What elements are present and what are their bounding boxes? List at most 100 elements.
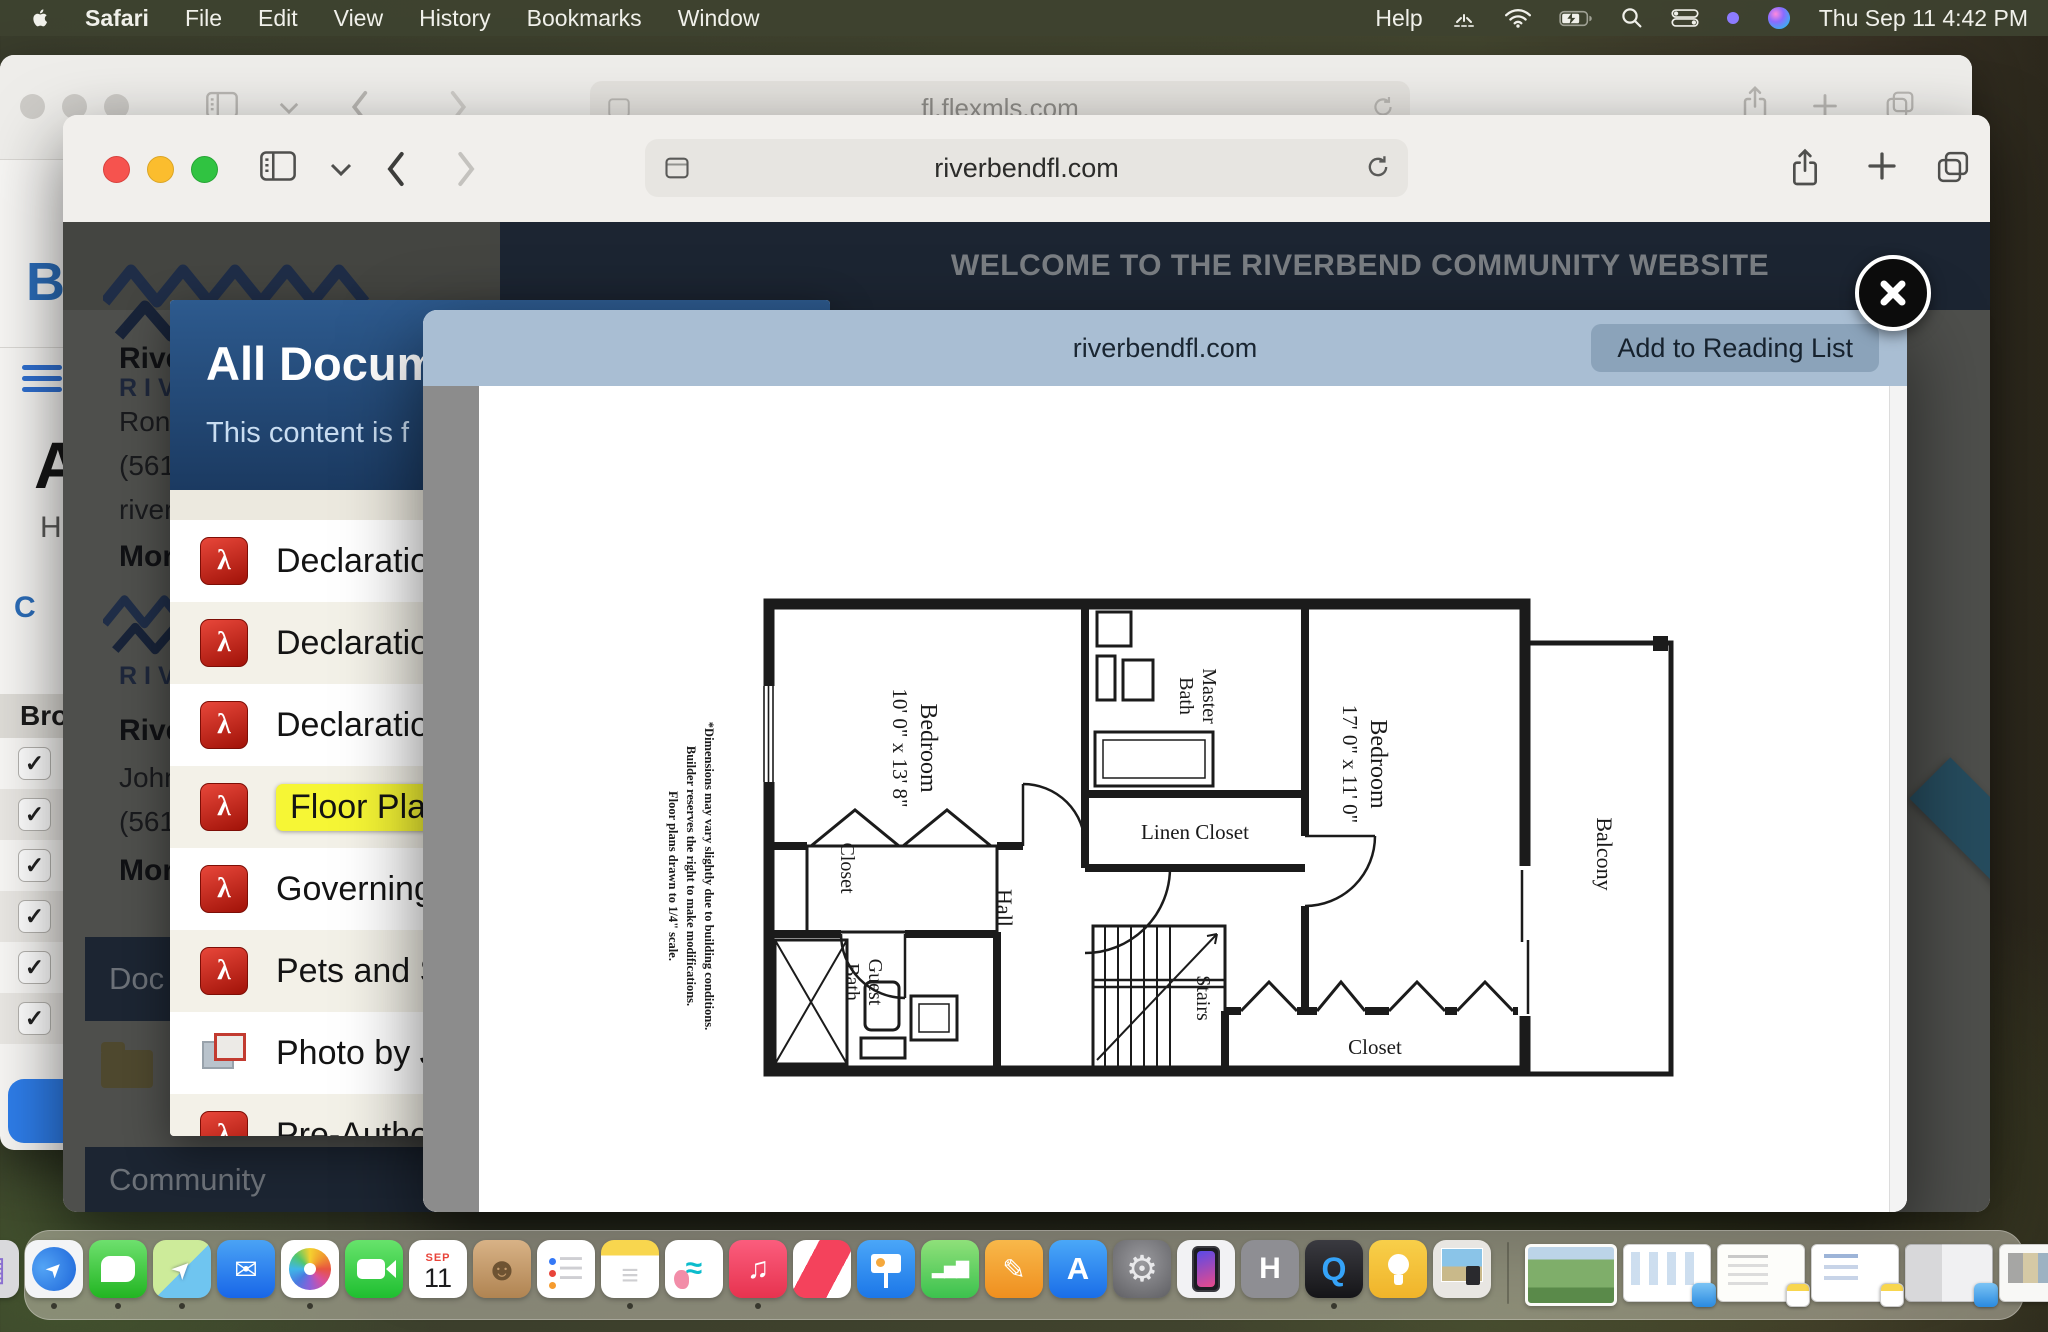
finder-badge-icon	[1974, 1283, 1998, 1307]
checkbox-row: ✓	[0, 993, 63, 1044]
traffic-lights[interactable]	[103, 156, 218, 183]
minimize-window-button[interactable]	[147, 156, 174, 183]
siri-icon[interactable]	[1767, 6, 1791, 30]
close-button[interactable]	[1855, 255, 1931, 331]
scrollbar[interactable]	[1889, 386, 1907, 1212]
checkbox-checked[interactable]: ✓	[18, 798, 51, 831]
menu-help[interactable]: Help	[1375, 5, 1422, 32]
settings-icon: ⚙	[1126, 1248, 1158, 1290]
close-icon	[1884, 284, 1902, 302]
menu-bookmarks[interactable]: Bookmarks	[527, 5, 642, 32]
apple-menu-icon[interactable]	[28, 6, 49, 30]
search-icon[interactable]	[1621, 7, 1643, 29]
checkbox-checked[interactable]: ✓	[18, 951, 51, 984]
dock-photos[interactable]	[281, 1240, 339, 1298]
room-label-closet2: Closet	[1348, 1035, 1402, 1059]
room-label-closet1: Closet	[836, 842, 858, 894]
dock-notes[interactable]: ≡	[601, 1240, 659, 1298]
share-icon[interactable]	[1789, 147, 1821, 189]
dock-tips[interactable]	[1369, 1240, 1427, 1298]
forward-icon[interactable]	[455, 149, 479, 189]
checkbox-checked[interactable]: ✓	[18, 747, 51, 780]
facetime-icon	[357, 1259, 385, 1279]
close-window-button[interactable]	[103, 156, 130, 183]
photos-icon	[289, 1248, 331, 1290]
dock-appstore[interactable]: A	[1049, 1240, 1107, 1298]
menu-view[interactable]: View	[334, 5, 383, 32]
back-icon[interactable]	[383, 149, 407, 189]
dock-freeform[interactable]: ≈	[665, 1240, 723, 1298]
notes-icon: ≡	[621, 1259, 639, 1293]
appstore-icon: A	[1067, 1251, 1089, 1287]
address-bar[interactable]: riverbendfl.com	[645, 139, 1408, 197]
pdf-icon: λ	[200, 619, 248, 667]
floor-plan-image: Bedroom 10' 0" x 13' 8" Closet Guest Bat…	[645, 536, 1685, 1092]
dock-minimized-photos-window[interactable]	[1999, 1244, 2048, 1302]
dock-minimized-gray-window[interactable]	[1905, 1244, 1993, 1302]
dock-h-app[interactable]: H	[1241, 1240, 1299, 1298]
sidebar-toggle-icon[interactable]	[259, 150, 297, 182]
flexmls-link-fragment[interactable]: C	[14, 591, 36, 625]
room-label-linen-closet: Linen Closet	[1141, 820, 1249, 844]
dock-facetime[interactable]	[345, 1240, 403, 1298]
reload-icon[interactable]	[1364, 153, 1392, 188]
dock-music[interactable]: ♫	[729, 1240, 787, 1298]
room-label-guest-bath-2: Bath	[841, 963, 863, 1001]
dock-settings[interactable]: ⚙	[1113, 1240, 1171, 1298]
dock-launchpad[interactable]: ▦	[0, 1240, 19, 1298]
chevron-down-icon[interactable]	[329, 162, 353, 177]
add-to-reading-list-button[interactable]: Add to Reading List	[1591, 324, 1879, 372]
mail-icon: ✉	[234, 1253, 257, 1286]
running-indicator	[627, 1303, 633, 1309]
dock-calendar[interactable]: SEP11	[409, 1240, 467, 1298]
menu-file[interactable]: File	[185, 5, 222, 32]
dock-minimized-finder-window[interactable]	[1623, 1244, 1711, 1302]
wifi-icon[interactable]	[1505, 9, 1531, 28]
room-label-master-bath-2: Bath	[1175, 677, 1197, 715]
url-text: riverbendfl.com	[934, 153, 1119, 184]
dock-reminders[interactable]: ☰	[537, 1240, 595, 1298]
menu-edit[interactable]: Edit	[258, 5, 298, 32]
dock-minimized-form-window[interactable]	[1811, 1244, 1899, 1302]
chevron-down-icon[interactable]	[278, 101, 300, 115]
page-settings-icon[interactable]	[663, 154, 691, 189]
dock-quicktime[interactable]: Q	[1305, 1240, 1363, 1298]
control-center-icon[interactable]	[1671, 9, 1699, 27]
dock-minimized-photo[interactable]	[1525, 1244, 1617, 1306]
dock-minimized-notes-window[interactable]	[1717, 1244, 1805, 1302]
dock-keynote[interactable]	[857, 1240, 915, 1298]
menu-safari[interactable]: Safari	[85, 5, 149, 32]
menu-bar-clock[interactable]: Thu Sep 11 4:42 PM	[1819, 5, 2028, 32]
checkbox-checked[interactable]: ✓	[18, 900, 51, 933]
checkbox-row: ✓	[0, 840, 63, 891]
dock-safari[interactable]: ➤	[25, 1240, 83, 1298]
background-window-content: B A H C Bro ✓✓✓✓✓✓	[0, 159, 63, 1150]
dock-mail[interactable]: ✉	[217, 1240, 275, 1298]
iphone-mirroring-icon	[1192, 1246, 1220, 1292]
flexmls-subheading-fragment: H	[40, 511, 62, 545]
hamburger-menu-icon[interactable]	[22, 365, 62, 398]
dock-messages[interactable]	[89, 1240, 147, 1298]
zoom-window-button[interactable]	[191, 156, 218, 183]
dock-news[interactable]	[793, 1240, 851, 1298]
preview-sheet-body: Bedroom 10' 0" x 13' 8" Closet Guest Bat…	[423, 386, 1907, 1212]
keyboard-brightness-icon[interactable]	[1451, 8, 1477, 28]
checkbox-row: ✓	[0, 789, 63, 840]
running-indicator	[115, 1303, 121, 1309]
dock-passport[interactable]	[1433, 1240, 1491, 1298]
menu-history[interactable]: History	[419, 5, 491, 32]
dock-pages[interactable]: ✎	[985, 1240, 1043, 1298]
menu-window[interactable]: Window	[678, 5, 760, 32]
checkbox-checked[interactable]: ✓	[18, 1002, 51, 1035]
pdf-icon: λ	[200, 947, 248, 995]
tab-overview-icon[interactable]	[1935, 149, 1971, 185]
dock-numbers[interactable]: ▂▅▇	[921, 1240, 979, 1298]
safari-toolbar: riverbendfl.com	[63, 115, 1990, 223]
dock-iphone-mirroring[interactable]	[1177, 1240, 1235, 1298]
battery-icon[interactable]	[1559, 10, 1593, 27]
keynote-icon	[871, 1254, 901, 1273]
checkbox-checked[interactable]: ✓	[18, 849, 51, 882]
dock-contacts[interactable]: ☻	[473, 1240, 531, 1298]
dock-maps[interactable]: ➤	[153, 1240, 211, 1298]
new-tab-icon[interactable]	[1867, 151, 1897, 181]
